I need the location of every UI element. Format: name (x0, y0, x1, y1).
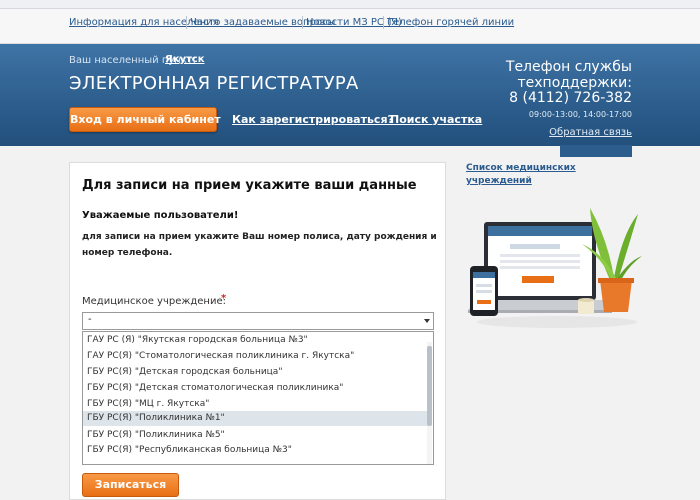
notice-title: Уважаемые пользователи! (82, 210, 239, 221)
how-to-register-link[interactable]: Как зарегистрироваться? (232, 113, 394, 126)
support-hours: 09:00-13:00, 14:00-17:00 (528, 110, 632, 119)
nav-separator (302, 16, 303, 29)
find-district-link[interactable]: Поиск участка (390, 113, 482, 126)
dropdown-option[interactable]: ГБУ РС(Я) "Детская стоматологическая пол… (83, 381, 427, 396)
bookmarks-bar (0, 0, 700, 9)
institution-select[interactable]: - (82, 312, 434, 330)
medical-institutions-link[interactable]: Список медицинских учреждений (466, 162, 606, 188)
support-phone: 8 (4112) 726-382 (509, 90, 632, 106)
phone-image (470, 266, 498, 316)
select-current-value: - (88, 314, 92, 325)
submit-button[interactable]: Записаться (82, 473, 179, 497)
form-title: Для записи на прием укажите ваши данные (82, 178, 417, 193)
top-navigation: Информация для населения Часто задаваемы… (0, 9, 700, 44)
notice-text: для записи на прием укажите Ваш номер по… (82, 232, 437, 258)
city-selector[interactable]: Якутск (165, 54, 205, 65)
support-title: Телефон службы (505, 59, 632, 75)
dropdown-option[interactable]: ГБУ РС(Я) "Республиканская больница №3" (83, 443, 427, 458)
institution-dropdown-list: ГАУ РС (Я) "Якутская городская больница … (82, 331, 434, 465)
required-indicator: * (221, 293, 227, 304)
feedback-link[interactable]: Обратная связь (549, 127, 632, 138)
site-title: ЭЛЕКТРОННАЯ РЕГИСТРАТУРА (69, 73, 359, 94)
nav-link-hotline[interactable]: Телефон горячей линии (387, 17, 514, 28)
dropdown-option[interactable]: ГАУ РС(Я) "Стоматологическая поликлиника… (83, 349, 427, 364)
chevron-down-icon (424, 319, 430, 323)
dropdown-option[interactable]: ГБУ РС(Я) "Детская городская больница" (83, 365, 427, 380)
support-title-line2: техподдержки: (517, 75, 632, 91)
nav-separator (383, 16, 384, 29)
dropdown-option[interactable]: ГБУ РС(Я) "МЦ г. Якутска" (83, 397, 427, 412)
feedback-bar (560, 145, 632, 157)
scrollbar-thumb[interactable] (427, 346, 432, 426)
dropdown-option-highlighted[interactable]: ГБУ РС(Я) "Поликлиника №1" (83, 411, 427, 426)
dropdown-scrollbar[interactable] (427, 342, 432, 464)
nav-separator (186, 16, 187, 29)
devices-illustration (468, 208, 642, 328)
login-button[interactable]: Вход в личный кабинет (69, 107, 221, 132)
cup-image (578, 298, 594, 314)
dropdown-option[interactable]: ГАУ РС (Я) "Якутская городская больница … (83, 333, 427, 348)
institution-field-label: Медицинское учреждение: (82, 296, 226, 307)
dropdown-option[interactable]: ГБУ РС(Я) "Поликлиника №5" (83, 428, 427, 443)
